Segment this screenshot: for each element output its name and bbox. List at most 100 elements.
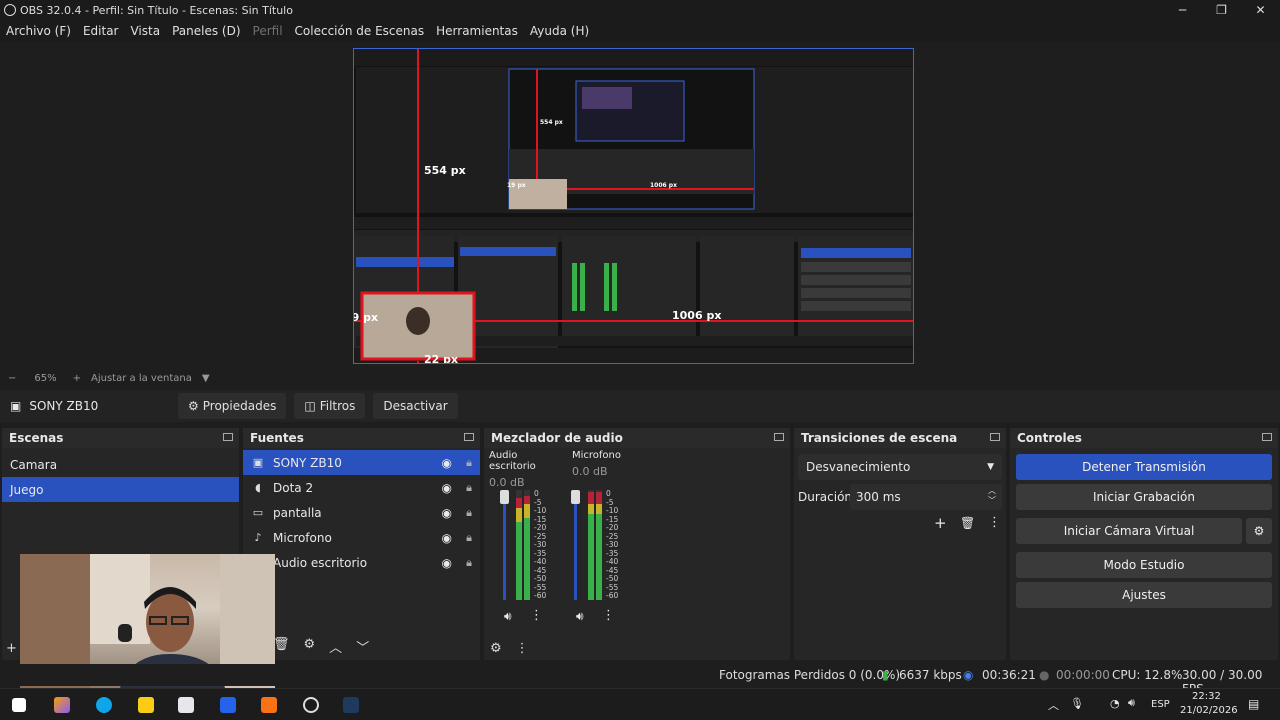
tray-language[interactable]: ESP [1151,699,1170,710]
undock-icon[interactable] [774,433,784,441]
undock-icon[interactable] [1262,433,1272,441]
copilot-icon[interactable] [54,697,70,713]
zoom-in-button[interactable]: + [73,373,81,384]
menu-paneles[interactable]: Paneles (D) [172,24,240,38]
eye-icon[interactable]: ◉ [442,481,452,495]
eye-icon[interactable]: ◉ [442,506,452,520]
source-label: Dota 2 [273,480,314,495]
tray-time[interactable]: 22:32 [1192,691,1221,702]
add-scene-icon[interactable]: + [6,641,17,656]
tray-wifi-icon[interactable]: ◔ [1110,697,1120,710]
more-icon[interactable]: ⋮ [602,608,615,623]
filter-icon: ◫ [304,399,316,413]
preview-content [354,49,913,363]
steam-icon[interactable] [343,697,359,713]
trash-icon[interactable]: 🗑︎ [960,516,975,530]
transitions-dock: Transiciones de escena Desvanecimiento ▼… [794,428,1006,660]
lock-icon[interactable]: 🔒︎ [466,531,472,545]
mixer-channel-audio-escritorio: Audio escritorio 0.0 dB [489,450,559,489]
spinner-icon[interactable]: ︿ ﹀ [988,486,996,506]
taskbar: ︿ 🎙︎ ◔ 🔊︎ ESP 22:32 21/02/2026 ▤ [0,688,1280,720]
speaker-icon[interactable]: 🔊︎ [576,609,584,624]
zoom-out-button[interactable]: − [8,373,16,384]
filters-button[interactable]: ◫ Filtros [294,393,366,419]
menu-vista[interactable]: Vista [130,24,160,38]
source-item-audio-escritorio[interactable]: ♫Audio escritorio◉🔒︎ [243,550,480,575]
file-explorer-icon[interactable] [138,697,154,713]
start-virtual-camera-button[interactable]: Iniciar Cámara Virtual [1016,518,1242,544]
scene-label: Juego [10,482,44,497]
transition-select[interactable]: Desvanecimiento ▼ [798,454,1002,480]
stop-stream-button[interactable]: Detener Transmisión [1016,454,1272,480]
eye-icon[interactable]: ◉ [442,531,452,545]
camera-icon: ▣ [252,456,264,469]
source-label: pantalla [273,505,322,520]
windows-start-icon[interactable] [12,698,26,712]
channel-db: 0.0 dB [489,476,525,489]
close-button[interactable]: ✕ [1241,0,1280,20]
lock-icon[interactable]: 🔒︎ [466,456,472,470]
eye-icon[interactable]: ◉ [442,456,452,470]
gear-icon[interactable]: ⚙ [490,641,502,656]
volume-slider-microfono[interactable] [571,490,580,600]
brave-icon[interactable] [261,697,277,713]
speaker-icon[interactable]: 🔊︎ [504,609,512,624]
audio-mixer-dock: Mezclador de audio Audio escritorio 0.0 … [484,428,790,660]
more-icon[interactable]: ⋮ [988,515,1001,530]
tray-date[interactable]: 21/02/2026 [1180,705,1238,716]
lock-icon[interactable]: 🔒︎ [466,506,472,520]
undock-icon[interactable] [464,433,474,441]
trash-icon[interactable]: 🗑︎ [273,637,290,656]
outlook-icon[interactable] [220,697,236,713]
channel-name: Audio escritorio [489,450,536,472]
notification-icon[interactable]: ▤ [1248,697,1259,711]
source-item-sony-zb10[interactable]: ▣ SONY ZB10 ◉ 🔒︎ [243,450,480,475]
virtual-camera-settings-button[interactable]: ⚙ [1246,518,1272,544]
lock-icon[interactable]: 🔒︎ [466,481,472,495]
chevron-down-icon[interactable]: ▼ [202,373,210,384]
settings-button[interactable]: Ajustes [1016,582,1272,608]
menu-perfil[interactable]: Perfil [253,24,283,38]
start-recording-button[interactable]: Iniciar Grabación [1016,484,1272,510]
fit-window-button[interactable]: Ajustar a la ventana [91,373,192,384]
menu-ayuda[interactable]: Ayuda (H) [530,24,589,38]
tray-chevron-icon[interactable]: ︿ [1048,697,1059,713]
preview-canvas[interactable]: 554 px 19 px 22 px 1006 px 554 px 1006 p… [353,48,914,364]
volume-slider-audio-escritorio[interactable] [500,490,509,600]
eye-icon[interactable]: ◉ [442,556,452,570]
menu-coleccion-escenas[interactable]: Colección de Escenas [295,24,425,38]
menu-herramientas[interactable]: Herramientas [436,24,518,38]
maximize-button[interactable]: ❐ [1202,0,1241,20]
undock-icon[interactable] [223,433,233,441]
selected-source-label: SONY ZB10 [29,399,99,413]
chevron-up-icon[interactable]: ︿ [329,637,342,656]
chevron-down-icon[interactable]: ﹀ [356,637,369,656]
edge-icon[interactable] [96,697,112,713]
store-icon[interactable] [178,697,194,713]
duration-input[interactable]: 300 ms ︿ ﹀ [850,484,1002,510]
lock-icon[interactable]: 🔒︎ [466,556,472,570]
duration-label: Duración [798,490,853,504]
studio-mode-button[interactable]: Modo Estudio [1016,552,1272,578]
undock-icon[interactable] [990,433,1000,441]
more-icon[interactable]: ⋮ [530,608,543,623]
source-item-dota-2[interactable]: ◖ Dota 2 ◉ 🔒︎ [243,475,480,500]
tray-volume-icon[interactable]: 🔊︎ [1128,696,1135,710]
tray-microphone-icon[interactable]: 🎙︎ [1070,697,1084,710]
obs-taskbar-icon[interactable] [303,697,319,713]
menu-editar[interactable]: Editar [83,24,119,38]
gear-icon[interactable]: ⚙ [304,637,316,656]
source-item-microfono[interactable]: ♪ Microfono ◉ 🔒︎ [243,525,480,550]
more-icon[interactable]: ⋮ [516,641,529,656]
add-transition-icon[interactable]: + [934,514,947,532]
window-title: OBS 32.0.4 - Perfil: Sin Título - Escena… [20,3,293,17]
scene-item-juego[interactable]: Juego [2,477,239,502]
deactivate-button[interactable]: Desactivar [373,393,458,419]
scene-item-camara[interactable]: Camara [2,452,239,477]
scale-tick: -60 [534,591,547,600]
source-label: Microfono [273,530,332,545]
menu-archivo[interactable]: Archivo (F) [6,24,71,38]
minimize-button[interactable]: ─ [1163,0,1202,20]
source-item-pantalla[interactable]: ▭ pantalla ◉ 🔒︎ [243,500,480,525]
properties-button[interactable]: ⚙ Propiedades [178,393,287,419]
